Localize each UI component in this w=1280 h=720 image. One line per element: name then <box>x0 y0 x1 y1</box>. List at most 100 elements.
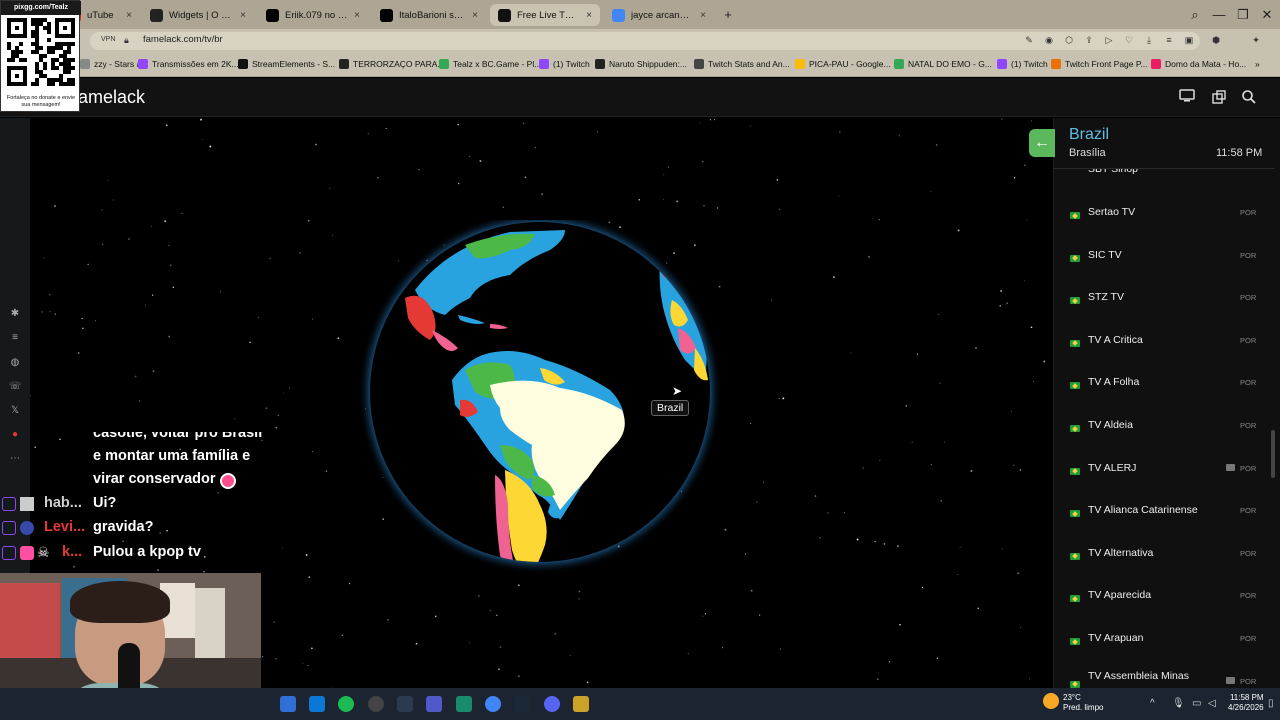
teams-icon[interactable] <box>426 696 442 712</box>
qr-module <box>51 62 55 66</box>
tab-close-icon[interactable]: × <box>472 10 478 21</box>
monitor-icon[interactable]: ▭ <box>1192 698 1201 709</box>
weather-widget[interactable]: 23°C Pred. limpo <box>1063 693 1103 713</box>
steam-icon[interactable] <box>514 696 530 712</box>
maximize-button[interactable]: ❐ <box>1234 6 1252 24</box>
more-icon[interactable]: ⋯ <box>7 451 23 467</box>
bookmark-item[interactable]: Tealz x BC.Game - Pl... <box>439 59 541 69</box>
tab-close-icon[interactable]: × <box>586 10 592 21</box>
channel-language: POR <box>1240 378 1257 388</box>
channel-row[interactable]: TV Alianca Catarinense POR <box>1053 504 1273 552</box>
camera-icon[interactable]: ◉ <box>1043 34 1055 46</box>
bookmark-item[interactable]: PICA-PAU - Google... <box>795 59 891 69</box>
record-icon[interactable]: ● <box>7 427 23 443</box>
browser-tab[interactable]: Eriik.079 no X: "@WildR × <box>258 4 368 26</box>
bookmark-item[interactable]: StreamElements - S... <box>238 59 335 69</box>
tab-close-icon[interactable]: × <box>700 10 706 21</box>
channel-row[interactable]: TV A Folha POR <box>1053 376 1273 424</box>
spotify-icon[interactable] <box>338 696 354 712</box>
channel-row[interactable]: TV A Critica POR <box>1053 334 1273 382</box>
new-tab-button[interactable]: + <box>719 6 737 24</box>
channel-row[interactable]: STZ TV POR <box>1053 291 1273 339</box>
whatsapp-icon[interactable]: ☏ <box>7 379 23 395</box>
star <box>329 188 331 189</box>
chat-message-1: Ui? <box>93 495 117 511</box>
vpn-badge[interactable]: VPN <box>101 36 115 43</box>
x-icon[interactable]: 𝕏 <box>7 403 23 419</box>
heart-icon[interactable]: ♡ <box>1123 34 1135 46</box>
bookmark-item[interactable]: Twitch Stats and An... <box>694 59 790 69</box>
tab-close-icon[interactable]: × <box>354 10 360 21</box>
download-icon[interactable]: ⤓ <box>1143 34 1155 46</box>
edit-icon[interactable]: ✎ <box>1023 34 1035 46</box>
channel-list[interactable]: SBT Sinop Sertao TV POR SIC TV POR STZ TV POR T… <box>1053 169 1273 688</box>
channel-row[interactable]: TV Alternativa POR <box>1053 547 1273 595</box>
browser-tab[interactable]: ItaloBarioni sccp no X: × <box>372 4 486 26</box>
tab-close-icon[interactable]: × <box>240 10 246 21</box>
weather-icon[interactable] <box>1043 693 1059 709</box>
wallet-icon[interactable]: ▣ <box>1183 34 1195 46</box>
tab-search-icon[interactable]: ⌕ <box>1186 6 1204 24</box>
search-icon[interactable] <box>1240 89 1258 107</box>
menu-icon[interactable]: ≡ <box>1163 34 1175 46</box>
url-text[interactable]: famelack.com/tv/br <box>143 34 223 45</box>
bookmark-item[interactable]: TERRORZAÇO PARA... <box>339 59 444 69</box>
channel-row[interactable]: SBT Sinop <box>1053 169 1273 211</box>
video-icon <box>1226 463 1235 471</box>
list-icon[interactable]: ≡ <box>7 330 23 346</box>
bookmark-item[interactable]: Domo da Mata - Ho... <box>1151 59 1246 69</box>
ai-star-icon[interactable]: ✱ <box>7 306 23 322</box>
lock-icon[interactable]: 🔒︎ <box>124 35 129 46</box>
terminal-icon[interactable] <box>456 696 472 712</box>
star <box>879 459 881 461</box>
bookmark-item[interactable]: Twitch Front Page P... <box>1051 59 1148 69</box>
star <box>541 193 544 196</box>
play-icon[interactable]: ▷ <box>1103 34 1115 46</box>
channel-row[interactable]: TV Aparecida POR <box>1053 589 1273 637</box>
channel-row[interactable]: SIC TV POR <box>1053 249 1273 297</box>
browser-tab[interactable]: jayce arcane - Pesquisa × <box>604 4 714 26</box>
ai-icon[interactable]: ✦ <box>1250 34 1262 46</box>
shield-icon[interactable]: ⬡ <box>1063 34 1075 46</box>
bookmark-item[interactable]: NATAL DO EMO - G... <box>894 59 992 69</box>
app-icon[interactable] <box>397 696 413 712</box>
notifications-icon[interactable]: ▯ <box>1268 698 1274 709</box>
qr-module <box>35 22 39 26</box>
bookmark-item[interactable]: (1) Twitch <box>539 59 590 69</box>
app-icon[interactable] <box>573 696 589 712</box>
browser-tab[interactable]: Free Live TV & Onl × <box>490 4 600 26</box>
star <box>217 492 219 494</box>
bookmarks-overflow-icon[interactable]: » <box>1255 59 1260 69</box>
speaker-icon[interactable]: ◁ <box>1208 698 1216 709</box>
tray-chevron-icon[interactable]: ^ <box>1150 698 1155 709</box>
panel-scrollbar[interactable] <box>1271 430 1275 478</box>
tab-close-icon[interactable]: × <box>126 10 132 21</box>
chrome-icon[interactable] <box>485 696 501 712</box>
back-arrow-icon[interactable]: ← <box>1029 129 1055 157</box>
star <box>499 646 502 648</box>
shuffle-icon[interactable] <box>1210 89 1228 107</box>
mic-icon[interactable]: 🎙︎ <box>1172 698 1185 709</box>
obs-icon[interactable] <box>368 696 384 712</box>
channel-row[interactable]: Sertao TV POR <box>1053 206 1273 254</box>
qr-module <box>43 54 47 58</box>
share-icon[interactable]: ⇪ <box>1083 34 1095 46</box>
discord-icon[interactable] <box>544 696 560 712</box>
extensions-icon[interactable]: ⬢ <box>1210 34 1222 46</box>
browser-tab[interactable]: Widgets | O melhor soft × <box>142 4 254 26</box>
bookmark-item[interactable]: Transmissões em 2K... <box>138 59 239 69</box>
star <box>938 313 940 315</box>
file-explorer-icon[interactable] <box>280 696 296 712</box>
tv-icon[interactable] <box>1178 89 1196 107</box>
taskbar-clock[interactable]: 11:58 PM 4/26/2026 <box>1228 693 1264 713</box>
outlook-icon[interactable] <box>309 696 325 712</box>
bookmark-item[interactable]: (1) Twitch <box>997 59 1048 69</box>
channel-row[interactable]: TV Assembleia Minas POR <box>1053 670 1273 688</box>
bookmark-item[interactable]: Naruto Shippuden:... <box>595 59 687 69</box>
minimize-button[interactable]: — <box>1210 6 1228 24</box>
site-logo[interactable]: amelack <box>78 87 145 108</box>
channel-row[interactable]: TV Aldeia POR <box>1053 419 1273 467</box>
messenger-icon[interactable]: ◍ <box>7 355 23 371</box>
close-window-button[interactable]: ✕ <box>1258 6 1276 24</box>
bookmark-label: Twitch Front Page P... <box>1065 59 1148 69</box>
